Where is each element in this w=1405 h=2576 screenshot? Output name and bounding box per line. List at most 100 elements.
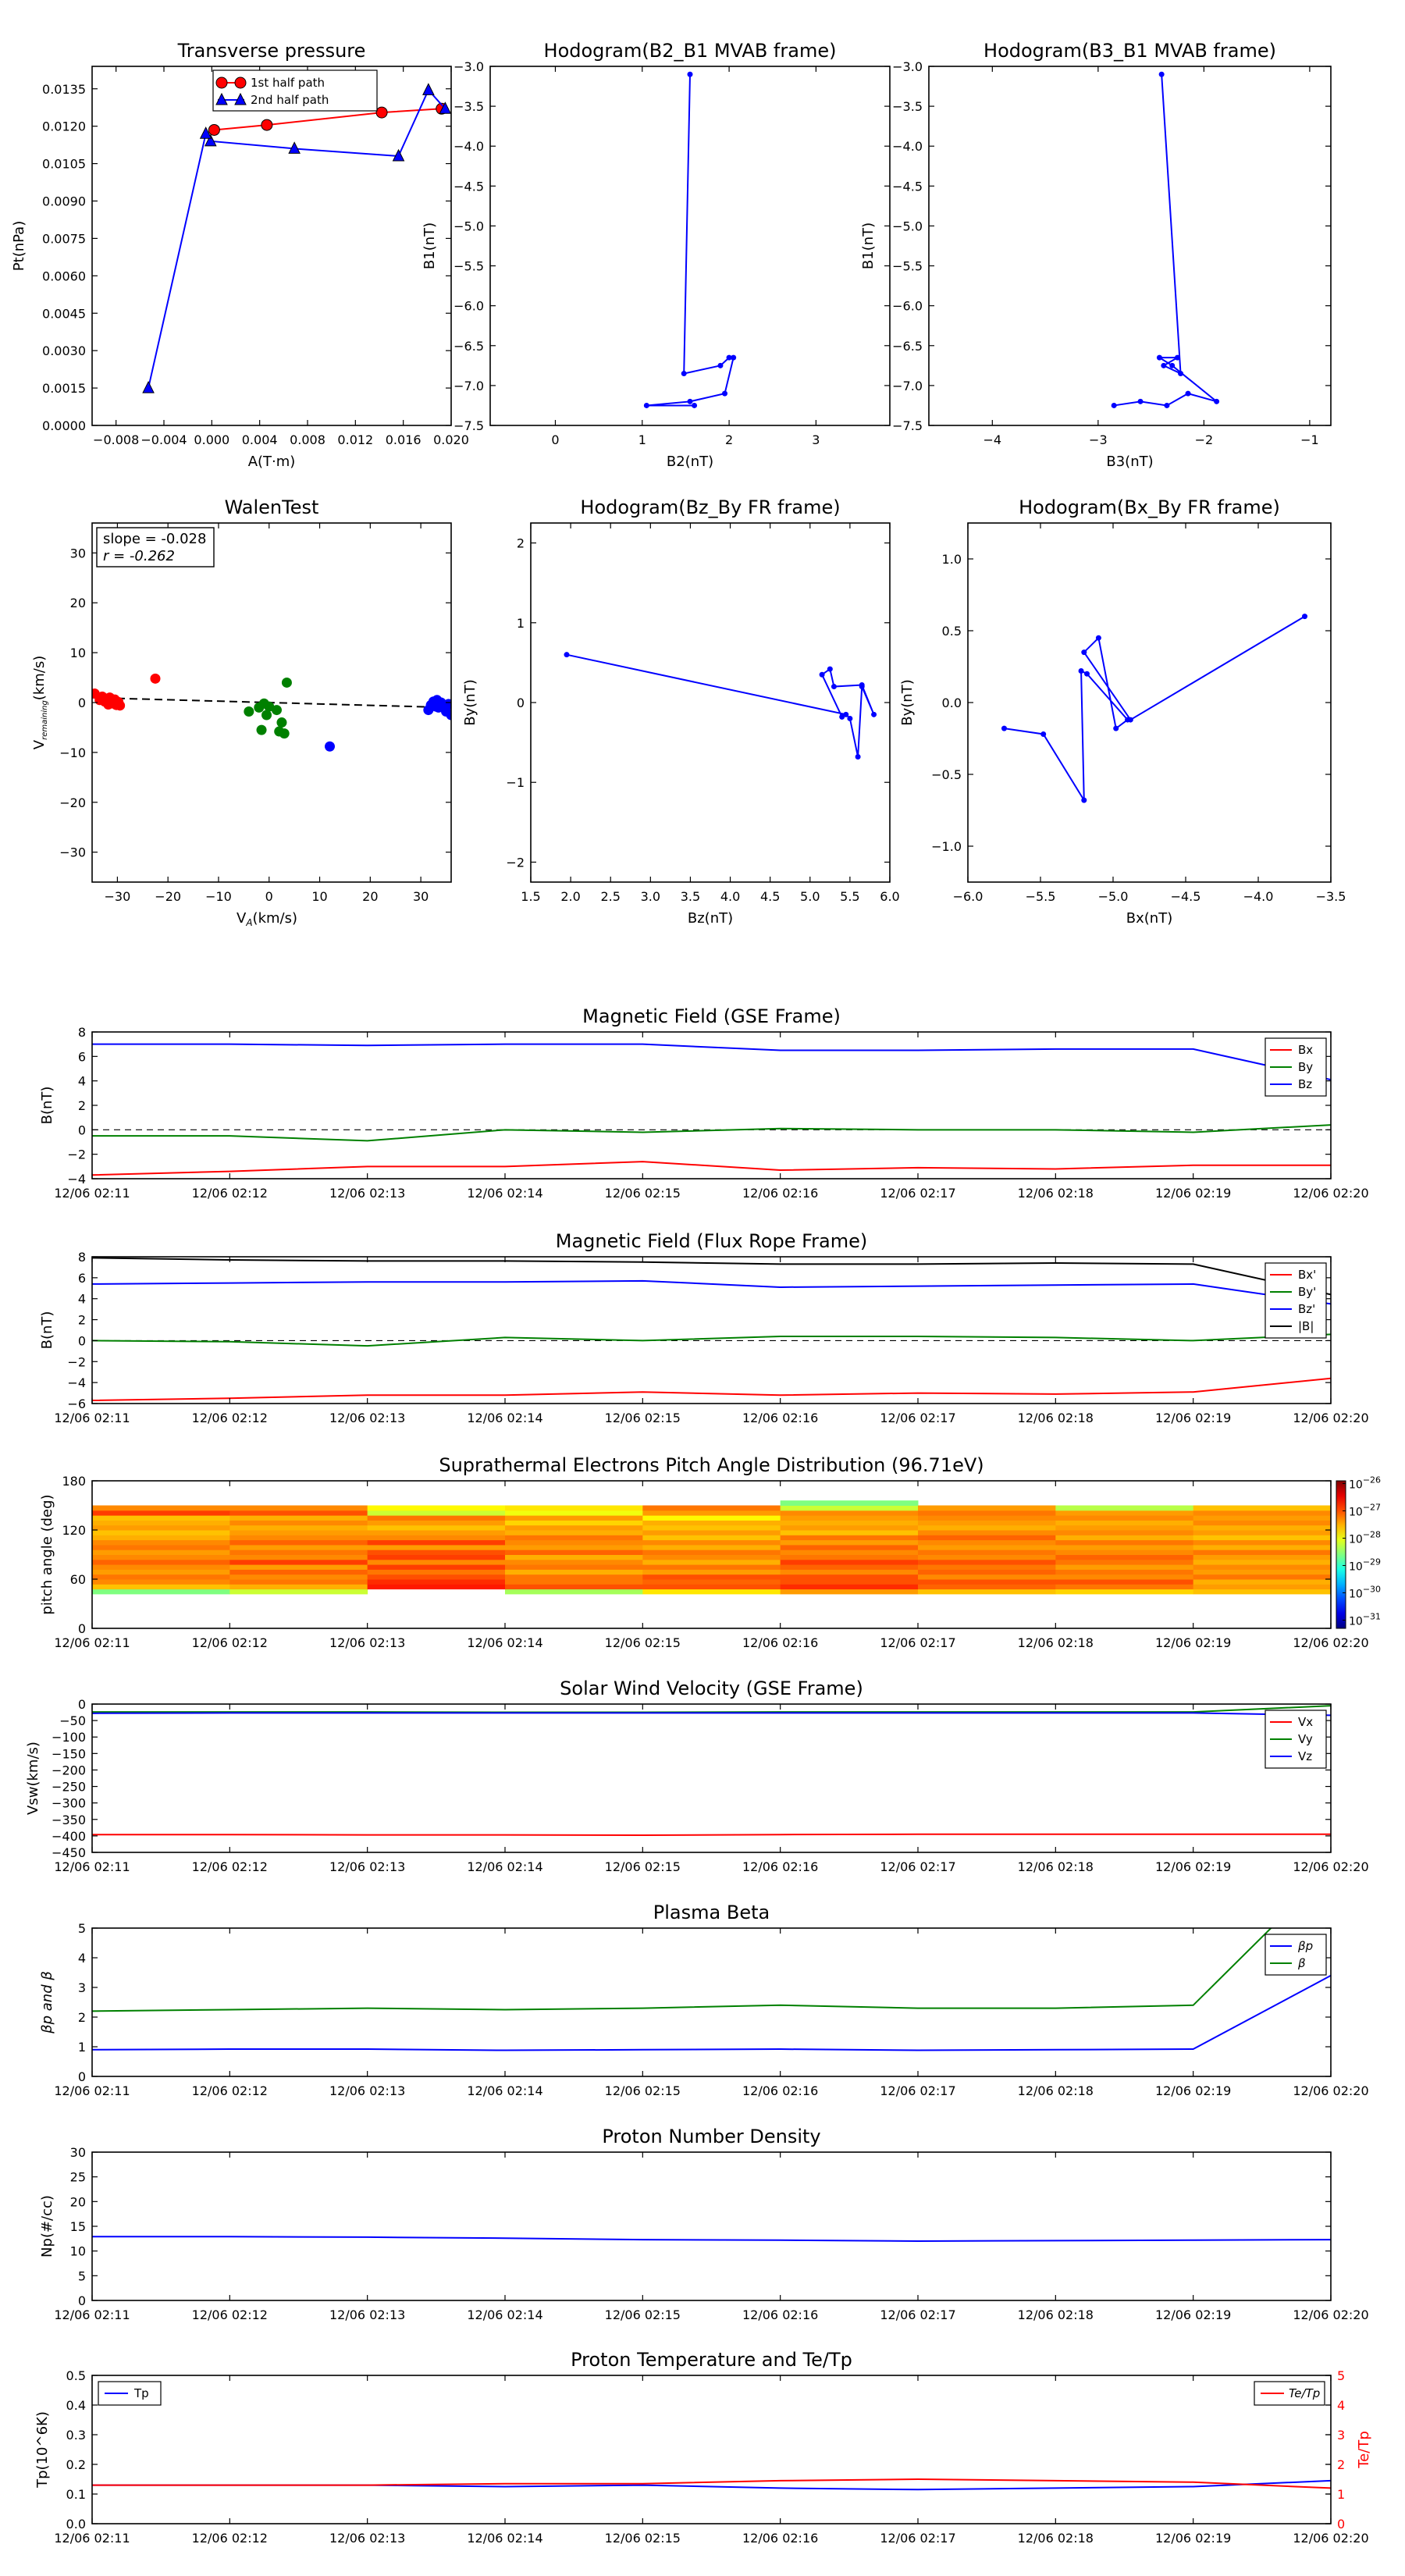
- hodo_bzby-series-0-point: [819, 671, 825, 678]
- hodo_bxby-xtick-label: −6.0: [953, 889, 984, 904]
- pad-cell: [229, 1505, 368, 1511]
- hodo_bzby-xtick-label: 5.5: [840, 889, 859, 904]
- bgse-ytick-label: 8: [78, 1025, 86, 1040]
- pad-ylabel: pitch angle (deg): [39, 1494, 55, 1614]
- pad-cell: [367, 1525, 506, 1531]
- pad-cell: [367, 1535, 506, 1541]
- bgse-legend-label: By: [1298, 1060, 1313, 1074]
- vsw-xtick-label: 12/06 02:16: [742, 1859, 818, 1874]
- pad-colorbar-label: 10−31: [1349, 1612, 1381, 1628]
- np-ytick-label: 25: [70, 2170, 86, 2185]
- tp-xlabel: A(T·m): [248, 454, 296, 470]
- pad-cell: [642, 1530, 781, 1535]
- hodo_b2b1-series-0-point: [717, 362, 724, 368]
- pad-cell: [918, 1579, 1056, 1585]
- bfr-xtick-label: 12/06 02:20: [1293, 1411, 1368, 1425]
- hodo_bxby-xtick-label: −4.0: [1243, 889, 1274, 904]
- pad-ytick-label: 0: [78, 1621, 86, 1636]
- pad-cell: [367, 1539, 506, 1546]
- bfr-plot-area: [92, 1257, 1331, 1404]
- pad-cell: [1193, 1574, 1332, 1580]
- beta-legend: [1264, 1934, 1327, 1976]
- pad-cell: [1055, 1505, 1194, 1511]
- pad-cell: [505, 1559, 643, 1565]
- hodo_b2b1-xtick-label: 2: [725, 432, 733, 447]
- walen-series-1-point: [256, 724, 267, 735]
- pad-cell: [918, 1559, 1056, 1565]
- tp-ytick-label: 0.0075: [42, 231, 86, 246]
- figure: Transverse pressure−0.008 −0.004 0.000 0.00…: [11, 40, 1381, 2546]
- walen-xtick-label: 10: [311, 889, 327, 904]
- pad-cell: [505, 1569, 643, 1575]
- bgse-plot-area: [92, 1032, 1331, 1179]
- bgse-legend-label: Bz: [1298, 1077, 1312, 1091]
- pad-cell: [918, 1554, 1056, 1560]
- pad-cell: [780, 1525, 919, 1531]
- walen-series-1-point: [271, 705, 282, 716]
- pad-cell: [1193, 1539, 1332, 1546]
- pad-panel: Suprathermal Electrons Pitch Angle Distr…: [39, 1454, 1381, 1650]
- np-xtick-label: 12/06 02:11: [54, 2307, 130, 2322]
- tpk-xtick-label: 12/06 02:16: [742, 2531, 818, 2546]
- pad-xtick-label: 12/06 02:14: [467, 1635, 542, 1650]
- np-ytick-label: 15: [70, 2219, 86, 2234]
- hodo_bzby-series-0-point: [839, 713, 845, 720]
- hodo_b3b1-series-0-point: [1161, 362, 1167, 368]
- tp-series-0-point: [208, 123, 220, 136]
- hodo_bxby-panel: Hodogram(Bx_By FR frame) −6.0 −5.5 −5.0 −4.5…: [899, 496, 1346, 927]
- hodo_b2b1-ytick-label: −4.5: [454, 179, 484, 194]
- tpk-ytick-label-right: 4: [1337, 2398, 1345, 2413]
- beta-legend-label: β: [1297, 1956, 1306, 1970]
- pad-xtick-label: 12/06 02:16: [742, 1635, 818, 1650]
- pad-cell: [505, 1515, 643, 1521]
- tp-xtick-label: 0.008: [290, 432, 325, 447]
- pad-cell: [1055, 1559, 1194, 1565]
- pad-cell: [1193, 1525, 1332, 1531]
- pad-cell: [92, 1559, 230, 1565]
- pad-cell: [229, 1584, 368, 1590]
- pad-cell: [1055, 1530, 1194, 1535]
- hodo_bxby-ytick-label: −1.0: [931, 839, 962, 854]
- hodo_bzby-series-0-point: [847, 715, 853, 721]
- hodo_bxby-xtick-label: −5.5: [1026, 889, 1056, 904]
- pad-cell: [92, 1510, 230, 1516]
- tp-ytick-label: 0.0030: [42, 343, 86, 358]
- walen-xlabel: VA(km/s): [237, 910, 297, 928]
- tp-series-0-point: [261, 119, 273, 131]
- tp-series-0-point: [375, 106, 388, 119]
- pad-cell: [367, 1510, 506, 1516]
- vsw-ytick-label: −350: [52, 1813, 86, 1827]
- bfr-legend-label: By': [1298, 1285, 1316, 1299]
- tpk-ytick-label: 0.1: [66, 2487, 86, 2502]
- bgse-ytick-label: 4: [78, 1074, 86, 1089]
- hodo_b2b1-ytick-label: −5.5: [454, 259, 484, 274]
- tpk-xtick-label: 12/06 02:13: [329, 2531, 405, 2546]
- tpk-ytick-label-right: 1: [1337, 2487, 1345, 2502]
- walen-series-2-point: [325, 741, 336, 752]
- pad-cell: [367, 1579, 506, 1585]
- hodo_b3b1-series-0-point: [1174, 354, 1180, 361]
- pad-cell: [1193, 1589, 1332, 1595]
- hodo_b3b1-ytick-label: −6.0: [892, 299, 923, 314]
- hodo_bzby-series-0-point: [564, 652, 570, 658]
- pad-cell: [1055, 1554, 1194, 1560]
- hodo_b3b1-panel: Hodogram(B3_B1 MVAB frame) −4 −3 −2 −1 −7.5 −7…: [860, 40, 1332, 470]
- pad-colorbar-label: 10−28: [1349, 1530, 1381, 1546]
- pad-cell: [780, 1579, 919, 1585]
- pad-cell: [642, 1559, 781, 1565]
- vsw-xtick-label: 12/06 02:11: [54, 1859, 130, 1874]
- pad-cell: [780, 1559, 919, 1565]
- pad-cell: [92, 1574, 230, 1580]
- pad-xtick-label: 12/06 02:13: [329, 1635, 405, 1650]
- beta-ytick-label: 2: [78, 2010, 86, 2025]
- hodo_b2b1-series-0-point: [731, 354, 737, 361]
- hodo_bxby-ytick-label: 1.0: [942, 552, 962, 567]
- pad-cell: [1055, 1569, 1194, 1575]
- pad-colorbar-label: 10−26: [1349, 1475, 1381, 1492]
- pad-cell: [918, 1530, 1056, 1535]
- pad-cell: [918, 1550, 1056, 1555]
- pad-cell: [918, 1574, 1056, 1580]
- tp-legend-label: 1st half path: [251, 76, 325, 90]
- walen-title: WalenTest: [225, 496, 319, 518]
- pad-cell: [505, 1510, 643, 1516]
